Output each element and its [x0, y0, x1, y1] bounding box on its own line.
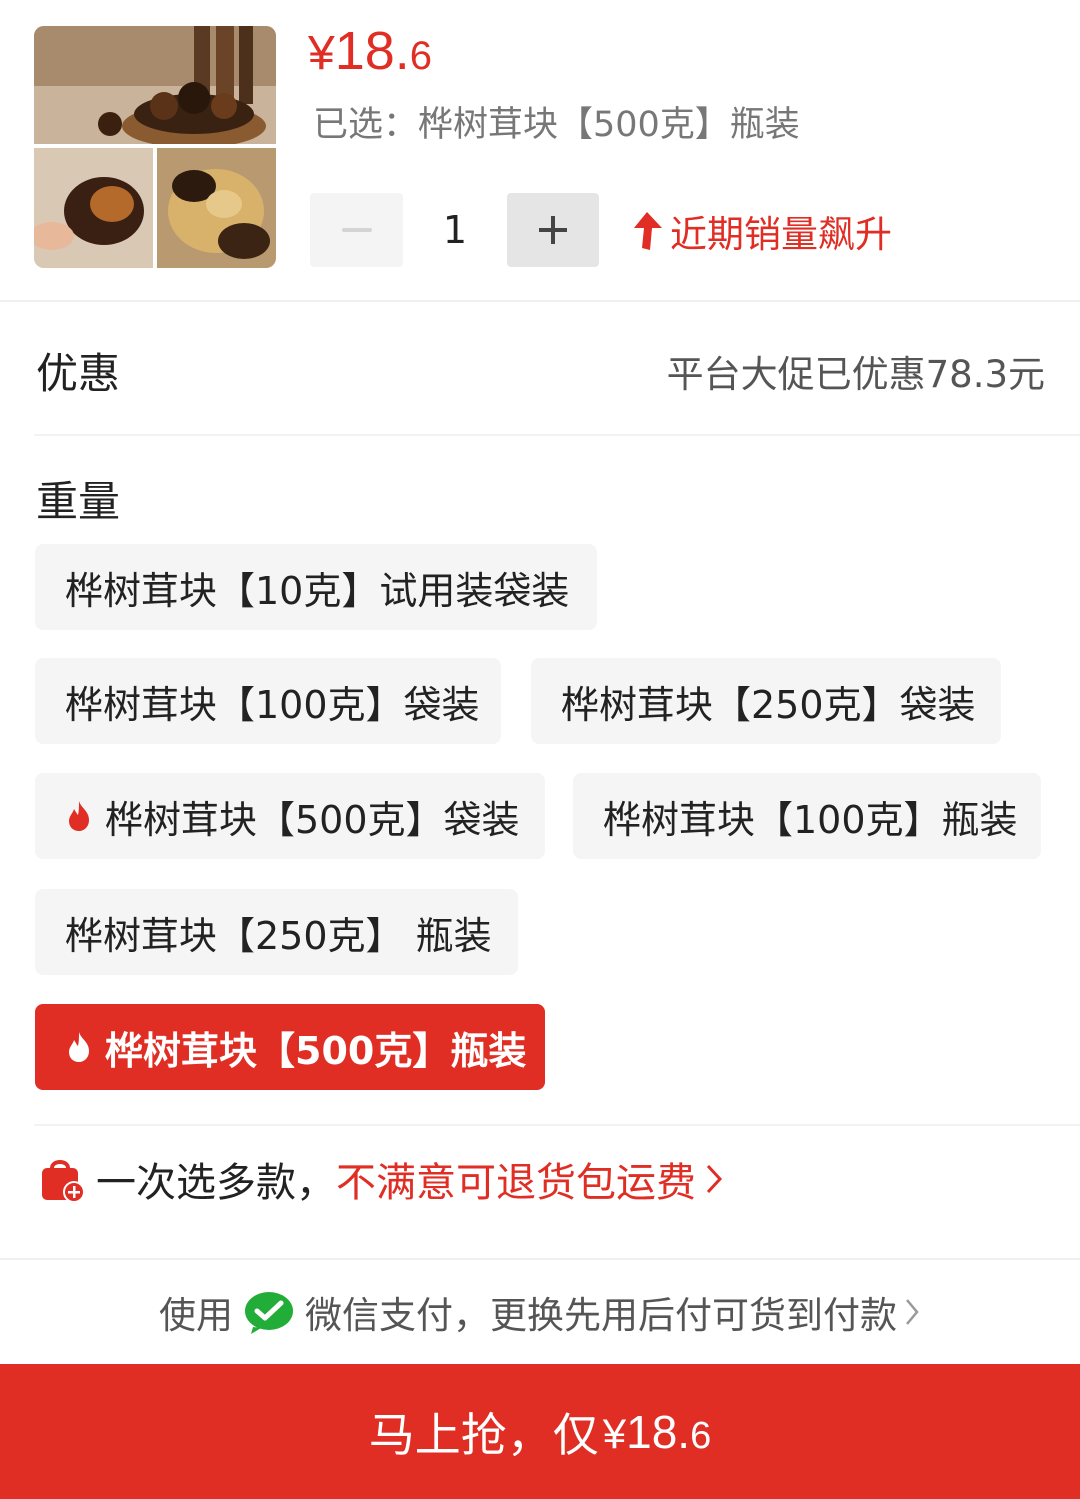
quantity-value[interactable]: 1 — [403, 193, 507, 267]
weight-option-label: 桦树茸块【250克】袋装 — [561, 682, 976, 727]
payment-text: 微信支付，更换先用后付可货到付款 — [305, 1294, 897, 1337]
flame-icon — [69, 1032, 89, 1062]
payment-method-row[interactable]: 使用 微信支付，更换先用后付可货到付款 — [0, 1262, 1080, 1362]
selected-variant-text: 已选：桦树茸块【500克】瓶装 — [313, 105, 800, 145]
weight-option-label: 桦树茸块【500克】袋装 — [105, 797, 520, 842]
weight-option-250g-bag[interactable]: 桦树茸块【250克】袋装 — [531, 658, 1001, 744]
plus-icon — [539, 216, 567, 244]
weight-option-label: 桦树茸块【10克】试用装袋装 — [65, 568, 570, 613]
weight-option-label: 桦树茸块【250克】 瓶装 — [65, 913, 492, 958]
payment-prefix: 使用 — [159, 1294, 233, 1337]
product-price: ¥ 18. 6 — [308, 24, 432, 78]
weight-option-label: 桦树茸块【500克】瓶装 — [105, 1028, 527, 1073]
divider — [34, 434, 1080, 436]
price-decimal: 6 — [409, 34, 433, 78]
buy-price-integer: 18. — [626, 1405, 691, 1458]
weight-option-500g-bag[interactable]: 桦树茸块【500克】袋装 — [35, 773, 545, 859]
buy-price-currency: ¥ — [602, 1409, 627, 1457]
buy-price-decimal: 6 — [690, 1414, 712, 1457]
weight-option-label: 桦树茸块【100克】瓶装 — [603, 797, 1018, 842]
product-image — [34, 26, 276, 268]
weight-option-100g-bag[interactable]: 桦树茸块【100克】袋装 — [35, 658, 501, 744]
divider — [0, 1258, 1080, 1260]
promo-highlight-text: 不满意可退货包运费 — [336, 1160, 696, 1206]
divider — [34, 1124, 1080, 1126]
return-shipping-promo[interactable]: 一次选多款， 不满意可退货包运费 — [38, 1150, 724, 1208]
quantity-decrease-button[interactable] — [310, 193, 403, 267]
weight-option-label: 桦树茸块【100克】袋装 — [65, 682, 480, 727]
sales-trend-label: 近期销量飙升 — [670, 213, 892, 256]
buy-button-label: 马上抢，仅 — [368, 1407, 599, 1462]
chevron-right-icon — [706, 1164, 723, 1194]
weight-option-10g-trial-bag[interactable]: 桦树茸块【10克】试用装袋装 — [35, 544, 597, 630]
product-thumbnail[interactable] — [34, 26, 276, 268]
chevron-right-icon — [906, 1299, 919, 1325]
discount-value: 平台大促已优惠78.3元 — [666, 353, 1045, 396]
quantity-increase-button[interactable] — [507, 193, 599, 267]
minus-icon — [341, 228, 372, 232]
buy-now-button[interactable]: 马上抢，仅 ¥ 18. 6 — [0, 1364, 1080, 1499]
weight-option-250g-bottle[interactable]: 桦树茸块【250克】 瓶装 — [35, 889, 518, 975]
divider — [0, 300, 1080, 302]
promo-text: 一次选多款， — [96, 1160, 336, 1206]
weight-option-100g-bottle[interactable]: 桦树茸块【100克】瓶装 — [573, 773, 1041, 859]
price-integer: 18. — [334, 21, 410, 81]
wechat-pay-icon — [245, 1292, 293, 1334]
shopping-bag-add-icon — [42, 1160, 85, 1203]
price-currency: ¥ — [308, 27, 335, 80]
weight-section-title: 重量 — [36, 477, 121, 526]
flame-icon — [69, 801, 89, 831]
buy-button-price: ¥ 18. 6 — [603, 1405, 711, 1459]
arrow-up-icon — [634, 212, 662, 250]
weight-option-500g-bottle-selected[interactable]: 桦树茸块【500克】瓶装 — [35, 1004, 545, 1090]
sales-trend-badge: 近期销量飙升 — [630, 204, 892, 258]
discount-label: 优惠 — [36, 349, 121, 398]
